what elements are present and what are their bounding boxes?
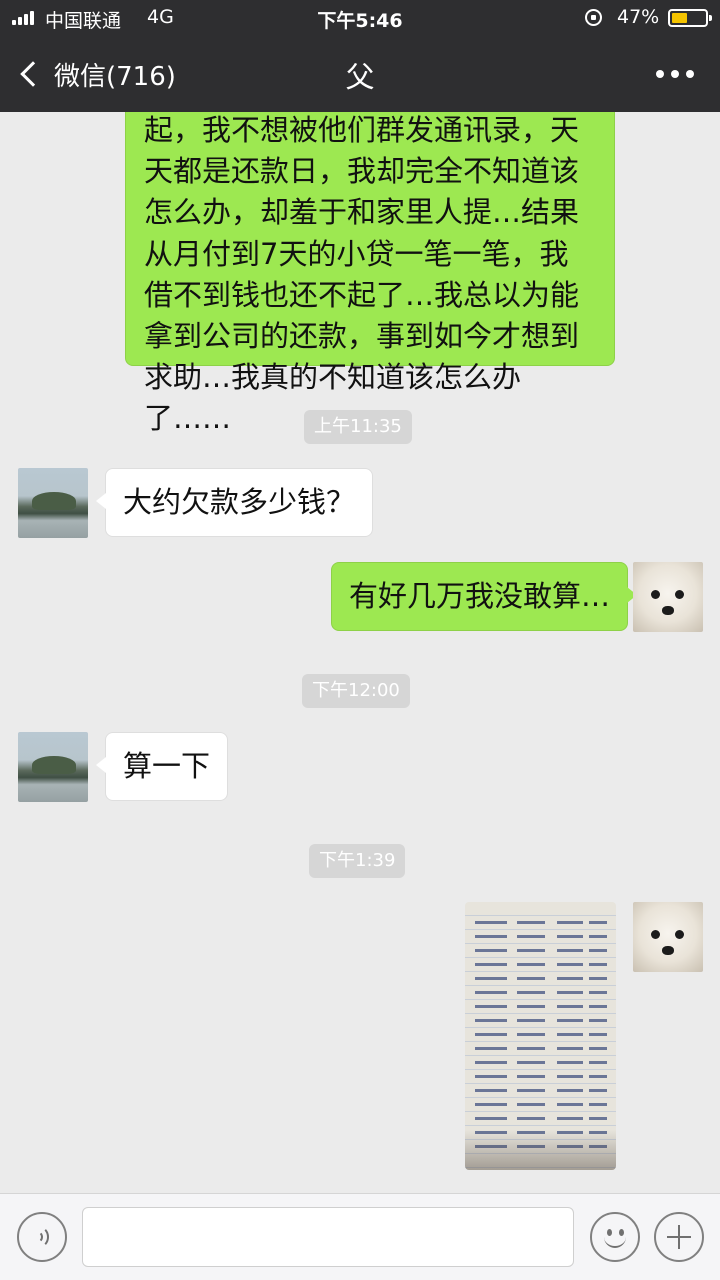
input-bar (0, 1193, 720, 1280)
message-text: 大约欠款多少钱？ (123, 485, 356, 519)
message-bubble-sent[interactable]: 起，我不想被他们群发通讯录，天天都是还款日，我却完全不知道该怎么办，却羞于和家里… (125, 112, 615, 435)
battery-percent: 47% (617, 6, 660, 28)
timestamp: 上午11:35 (304, 410, 412, 444)
contact-avatar[interactable] (18, 732, 88, 802)
message-bubble-received[interactable]: 算一下 (95, 732, 229, 802)
battery-icon (668, 9, 712, 27)
message-text: 算一下 (123, 749, 211, 783)
timestamp: 下午1:39 (309, 844, 406, 878)
voice-icon[interactable] (17, 1212, 67, 1262)
message-bubble-received[interactable]: 大约欠款多少钱？ (95, 468, 374, 538)
message-text: 有好几万我没敢算… (349, 579, 611, 613)
contact-avatar[interactable] (18, 468, 88, 538)
more-dots-icon[interactable] (656, 70, 694, 78)
nav-bar: 微信(716) 父 (0, 36, 720, 112)
timestamp: 下午12:00 (302, 674, 410, 708)
message-input[interactable] (82, 1207, 574, 1267)
message-text: 起，我不想被他们群发通讯录，天天都是还款日，我却完全不知道该怎么办，却羞于和家里… (144, 113, 580, 436)
chat-area[interactable]: 起，我不想被他们群发通讯录，天天都是还款日，我却完全不知道该怎么办，却羞于和家里… (0, 112, 720, 1193)
emoji-icon[interactable] (590, 1212, 640, 1262)
my-avatar[interactable] (633, 562, 703, 632)
message-bubble-sent[interactable]: 有好几万我没敢算… (331, 562, 638, 632)
plus-icon[interactable] (654, 1212, 704, 1262)
chat-title: 父 (345, 60, 375, 94)
battery-level (672, 13, 687, 23)
status-time: 下午5:46 (317, 10, 403, 32)
top-bar: 中国联通 4G 下午5:46 47% 微信(716) 父 (0, 0, 720, 112)
orientation-lock-icon (585, 9, 602, 26)
my-avatar[interactable] (633, 902, 703, 972)
status-bar: 中国联通 4G 下午5:46 47% (0, 0, 720, 36)
image-message[interactable] (465, 902, 616, 1170)
